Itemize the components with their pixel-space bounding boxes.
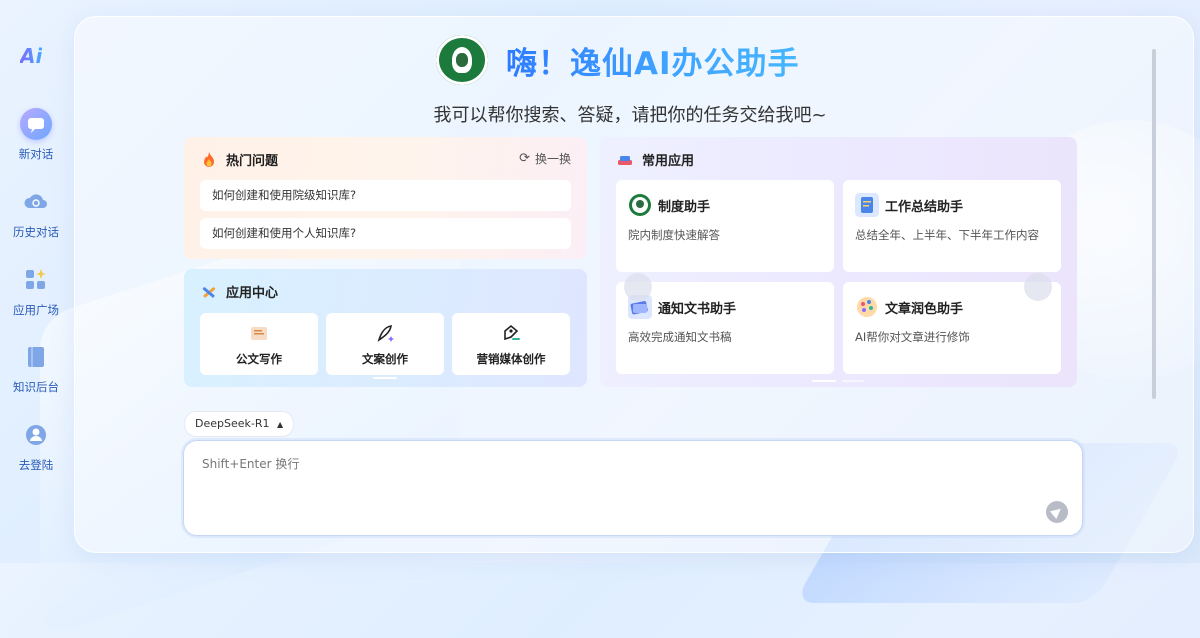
chat-input[interactable]: Shift+Enter 换行: [183, 440, 1083, 536]
user-icon: [26, 425, 46, 445]
sidebar-item-label: 历史对话: [13, 225, 59, 239]
app-center-title: 应用中心: [226, 286, 279, 301]
hot-questions-title: 热门问题: [226, 154, 279, 169]
refresh-label: 换一换: [534, 152, 571, 166]
notebook-icon: [855, 193, 879, 217]
common-app-title: 文章润色助手: [885, 301, 964, 317]
app-center-header: 应用中心: [200, 282, 278, 301]
app-tile-label: 营销媒体创作: [476, 352, 546, 366]
university-seal-icon: [436, 35, 488, 85]
refresh-icon: ⟳: [519, 151, 530, 166]
app-logo[interactable]: Ai: [20, 44, 42, 68]
common-apps-title: 常用应用: [642, 154, 695, 169]
sidebar-item-label: 新对话: [18, 147, 54, 161]
hot-question-item[interactable]: 如何创建和使用个人知识库?: [200, 218, 571, 249]
common-app-desc: 高效完成通知文书稿: [628, 330, 732, 344]
sidebar-item-history[interactable]: 历史对话: [6, 186, 66, 240]
sidebar: Ai 新对话 历史对话 应用广场 知识后台 去登陆: [0, 0, 72, 563]
common-apps-header: 常用应用: [616, 150, 694, 169]
common-app-title: 制度助手: [658, 199, 711, 215]
app-tile-copywriting[interactable]: 文案创作: [326, 313, 444, 375]
cloud-icon: [24, 194, 47, 208]
hero-header: 嗨！逸仙AI办公助手: [436, 34, 800, 86]
hot-questions-card: 热门问题 ⟳ 换一换 如何创建和使用院级知识库? 如何创建和使用个人知识库?: [184, 137, 587, 259]
page-title: 嗨！逸仙AI办公助手: [506, 38, 800, 83]
carousel-indicator[interactable]: [373, 377, 397, 379]
model-name: DeepSeek-R1: [195, 417, 270, 430]
chat-input-placeholder: Shift+Enter 换行: [202, 457, 300, 471]
common-app-title: 通知文书助手: [658, 301, 737, 317]
sidebar-item-knowledge[interactable]: 知识后台: [6, 341, 66, 395]
common-app-policy-assistant[interactable]: 制度助手 院内制度快速解答: [616, 180, 834, 272]
app-tile-label: 文案创作: [362, 352, 408, 366]
common-app-summary-assistant[interactable]: 工作总结助手 总结全年、上半年、下半年工作内容: [843, 180, 1061, 272]
app-center-card: 应用中心 公文写作 文案创作 营销媒体创作: [184, 269, 587, 387]
carousel-indicator[interactable]: [842, 380, 864, 382]
common-app-desc: AI帮你对文章进行修饰: [855, 330, 970, 344]
sidebar-item-label: 去登陆: [18, 458, 54, 472]
sidebar-item-label: 知识后台: [13, 380, 59, 394]
palette-icon: [857, 297, 877, 317]
fire-icon: [204, 151, 214, 167]
page-subtitle: 我可以帮你搜索、答疑，请把你的任务交给我吧~: [433, 105, 827, 126]
model-selector[interactable]: DeepSeek-R1 ▲: [184, 411, 295, 437]
tools-icon: [202, 286, 216, 298]
book-icon: [28, 347, 44, 367]
hot-questions-header: 热门问题: [200, 150, 278, 169]
sidebar-item-app-plaza[interactable]: 应用广场: [6, 264, 66, 318]
caret-up-icon: ▲: [277, 420, 284, 429]
common-app-desc: 院内制度快速解答: [628, 228, 720, 242]
sidebar-item-login[interactable]: 去登陆: [6, 419, 66, 473]
carousel-indicator-active[interactable]: [812, 380, 836, 382]
carousel-next-button[interactable]: [1024, 273, 1052, 301]
app-tile-official-writing[interactable]: 公文写作: [200, 313, 318, 375]
document-icon: [251, 327, 267, 340]
hot-question-item[interactable]: 如何创建和使用院级知识库?: [200, 180, 571, 211]
common-apps-card: 常用应用 制度助手 院内制度快速解答 工作总结助手 总结全年、上半年、下半年工作…: [600, 137, 1077, 387]
seal-icon: [629, 194, 651, 216]
common-app-title: 工作总结助手: [885, 199, 964, 215]
pen-icon: [377, 325, 394, 342]
marketing-pen-icon: [504, 324, 520, 341]
send-icon[interactable]: [1046, 501, 1068, 523]
sidebar-item-label: 应用广场: [13, 303, 59, 317]
grid-sparkle-icon: [26, 269, 46, 289]
app-tile-label: 公文写作: [236, 352, 282, 366]
app-tile-marketing[interactable]: 营销媒体创作: [452, 313, 570, 375]
app-stack-icon: [618, 155, 632, 165]
common-app-desc: 总结全年、上半年、下半年工作内容: [855, 228, 1039, 242]
refresh-button[interactable]: ⟳ 换一换: [519, 150, 571, 167]
carousel-prev-button[interactable]: [624, 273, 652, 301]
